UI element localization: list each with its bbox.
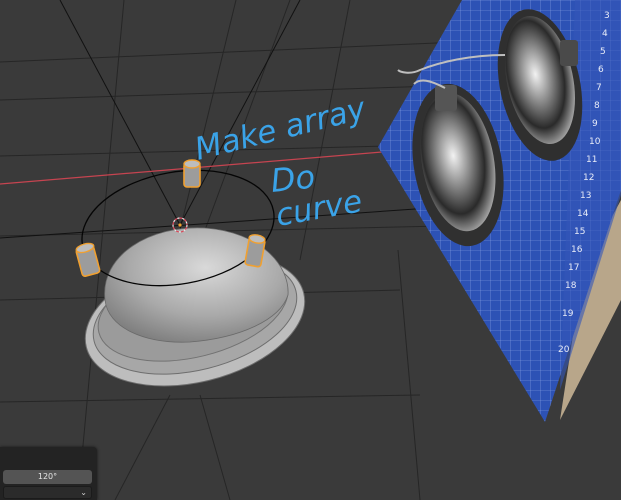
ruler-number: 10 <box>589 137 601 147</box>
ruler-number: 5 <box>600 47 606 57</box>
ruler-number: 20 <box>558 345 570 355</box>
ruler-number: 3 <box>604 11 610 21</box>
ruler-number: 7 <box>596 83 602 93</box>
ruler-number: 9 <box>592 119 598 129</box>
ruler-number: 14 <box>577 209 589 219</box>
cylinder-top[interactable] <box>183 159 201 188</box>
ruler-number: 17 <box>568 263 579 273</box>
chevron-down-icon: ⌄ <box>80 488 87 497</box>
ruler-number: 13 <box>580 191 591 201</box>
ruler-number: 8 <box>594 101 600 111</box>
angle-field[interactable]: 120° <box>3 470 92 484</box>
ruler-number: 12 <box>583 173 594 183</box>
ruler-number: 11 <box>586 155 597 165</box>
ruler-number: 15 <box>574 227 585 237</box>
ruler-number: 4 <box>602 29 608 39</box>
ruler-number: 19 <box>562 309 574 319</box>
ruler-number: 18 <box>565 281 577 291</box>
ruler-number: 6 <box>598 65 604 75</box>
ruler-number: 16 <box>571 245 583 255</box>
3d-viewport[interactable]: 3 4 5 6 7 8 9 10 11 12 13 14 15 16 17 18… <box>0 0 621 500</box>
dropdown-field[interactable]: ⌄ <box>3 486 92 499</box>
